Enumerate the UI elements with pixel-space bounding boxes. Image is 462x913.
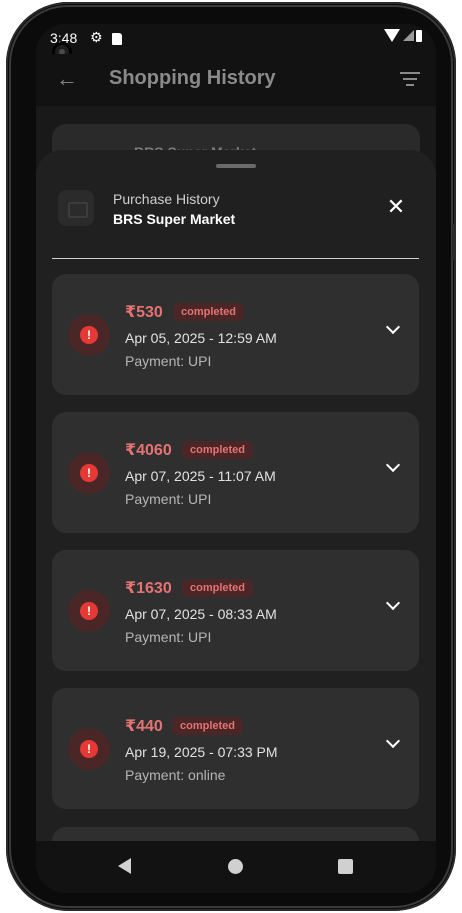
alert-icon-bg: ! — [68, 314, 110, 356]
bottom-sheet: Purchase History BRS Super Market ✕ ! ₹5… — [36, 150, 436, 893]
transaction-amount: ₹530 — [125, 304, 163, 321]
status-badge: completed — [182, 441, 254, 459]
nav-recents-icon[interactable] — [338, 859, 353, 874]
system-nav-bar — [36, 841, 436, 893]
transaction-card[interactable]: ! ₹1630 completed Apr 07, 2025 - 08:33 A… — [52, 550, 419, 671]
gear-icon: ⚙ — [90, 29, 103, 45]
alert-icon-bg: ! — [68, 452, 110, 494]
transaction-card[interactable]: ! ₹530 completed Apr 05, 2025 - 12:59 AM… — [52, 274, 419, 395]
side-button — [452, 224, 456, 260]
alert-icon-bg: ! — [68, 728, 110, 770]
status-badge: completed — [172, 717, 244, 735]
page-title: Shopping History — [109, 67, 276, 89]
transaction-payment: Payment: UPI — [125, 491, 212, 507]
chevron-down-icon[interactable] — [387, 324, 399, 336]
transaction-amount: ₹1630 — [125, 580, 172, 597]
transaction-amount: ₹4060 — [125, 442, 172, 459]
status-badge: completed — [173, 303, 245, 321]
sd-card-icon — [112, 33, 122, 45]
transaction-date: Apr 19, 2025 - 07:33 PM — [125, 744, 278, 760]
signal-icon — [403, 30, 414, 41]
alert-icon-bg: ! — [68, 590, 110, 632]
nav-back-icon[interactable] — [118, 858, 131, 874]
chevron-down-icon[interactable] — [387, 600, 399, 612]
transaction-payment: Payment: UPI — [125, 353, 212, 369]
battery-icon — [416, 30, 422, 42]
app-bar: ← Shopping History — [36, 54, 436, 106]
screen: 3:48 ⚙ ← Shopping History BRS Super Mark… — [36, 24, 436, 893]
transaction-date: Apr 07, 2025 - 11:07 AM — [125, 468, 276, 484]
alert-icon: ! — [80, 464, 98, 482]
transaction-payment: Payment: UPI — [125, 629, 212, 645]
transaction-list: ! ₹530 completed Apr 05, 2025 - 12:59 AM… — [36, 150, 436, 893]
filter-icon[interactable] — [400, 72, 420, 86]
alert-icon: ! — [80, 602, 98, 620]
transaction-date: Apr 07, 2025 - 08:33 AM — [125, 606, 277, 622]
transaction-amount: ₹440 — [125, 718, 163, 735]
transaction-date: Apr 05, 2025 - 12:59 AM — [125, 330, 277, 346]
chevron-down-icon[interactable] — [387, 462, 399, 474]
arrow-back-icon[interactable]: ← — [56, 66, 78, 92]
alert-icon: ! — [80, 740, 98, 758]
status-badge: completed — [182, 579, 254, 597]
wifi-icon — [384, 29, 400, 42]
transaction-card[interactable]: ! ₹440 completed Apr 19, 2025 - 07:33 PM… — [52, 688, 419, 809]
alert-icon: ! — [80, 326, 98, 344]
transaction-payment: Payment: online — [125, 767, 226, 783]
status-bar: 3:48 ⚙ — [36, 24, 436, 54]
chevron-down-icon[interactable] — [387, 738, 399, 750]
nav-home-icon[interactable] — [228, 859, 243, 874]
phone-frame: 3:48 ⚙ ← Shopping History BRS Super Mark… — [6, 2, 456, 911]
transaction-card[interactable]: ! ₹4060 completed Apr 07, 2025 - 11:07 A… — [52, 412, 419, 533]
